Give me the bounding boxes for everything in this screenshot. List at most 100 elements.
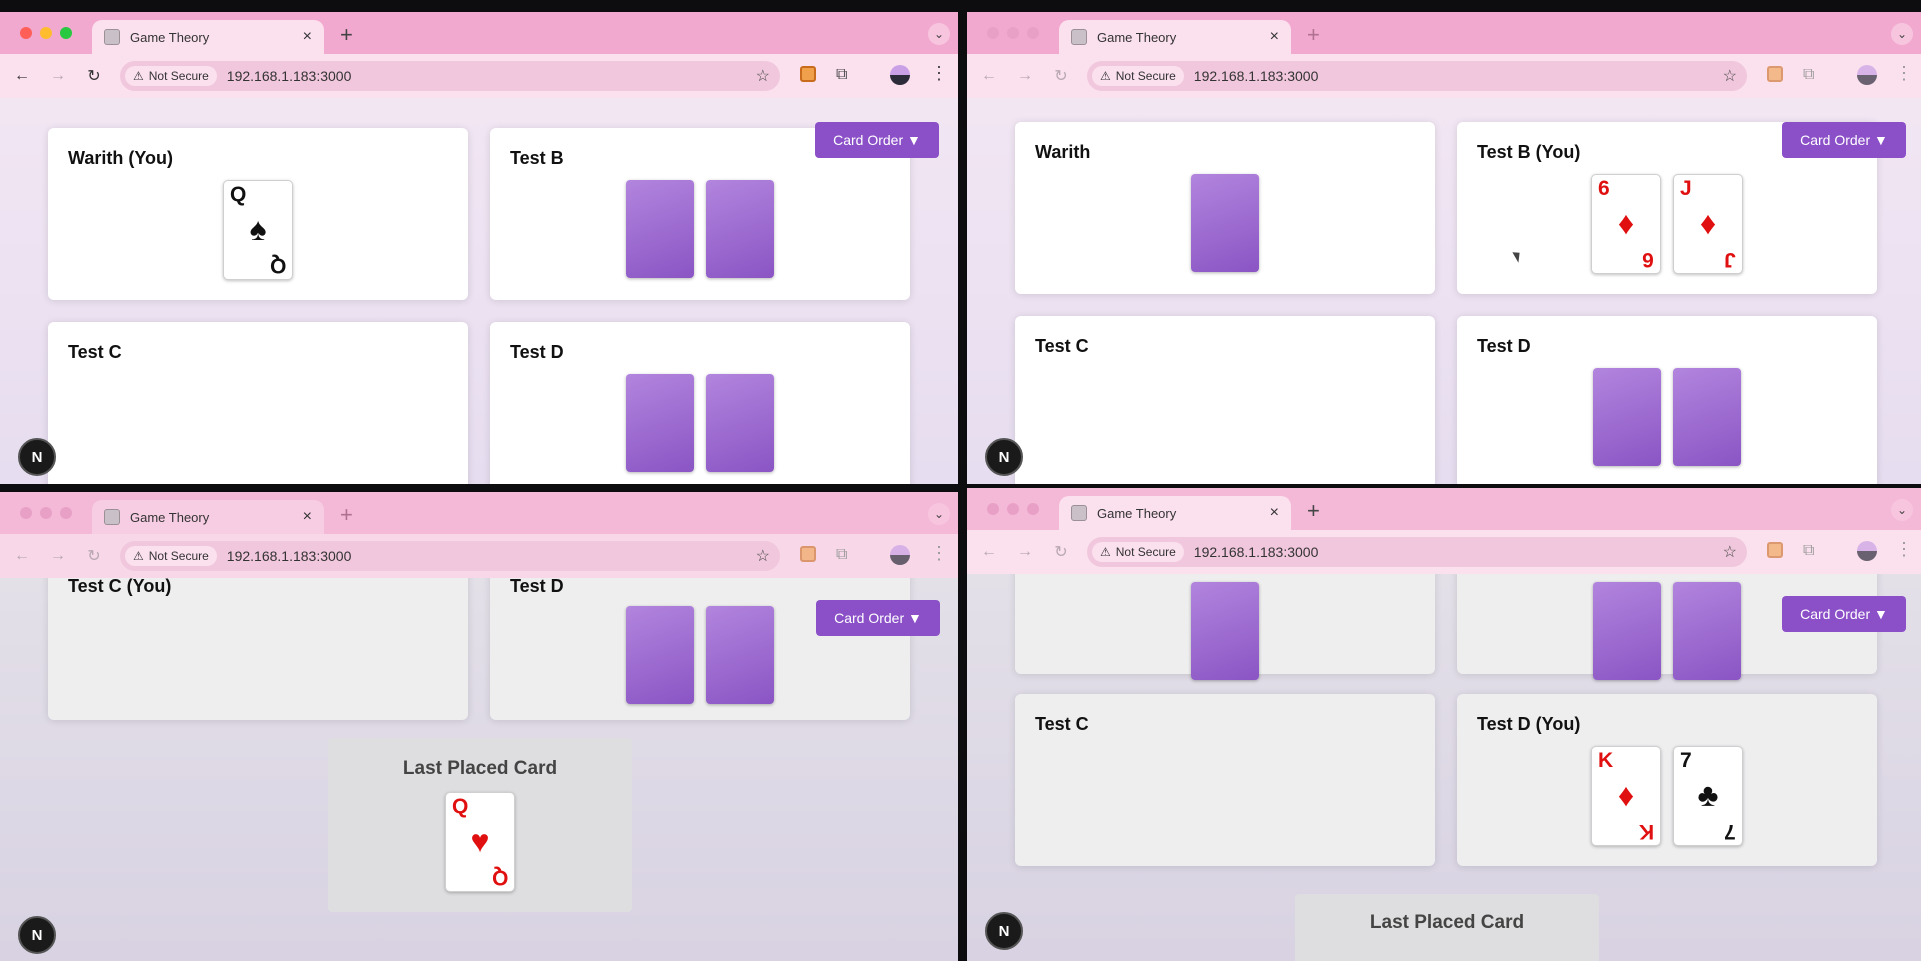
security-label: Not Secure xyxy=(148,549,209,563)
next-dev-badge[interactable]: N xyxy=(985,438,1023,476)
minimize-window-button[interactable] xyxy=(1007,503,1019,515)
reload-icon[interactable]: ↻ xyxy=(80,66,108,86)
new-tab-button[interactable]: + xyxy=(1307,498,1320,524)
reload-icon[interactable]: ↻ xyxy=(1047,66,1075,86)
puzzle-icon[interactable]: ⧉ xyxy=(836,546,847,564)
profile-avatar[interactable] xyxy=(1857,541,1877,561)
puzzle-icon[interactable]: ⧉ xyxy=(1803,66,1814,84)
tab-game-theory[interactable]: Game Theory × xyxy=(1059,20,1291,54)
arrow-right-icon[interactable]: → xyxy=(1011,67,1039,85)
close-tab-icon[interactable]: × xyxy=(1270,504,1279,522)
profile-avatar[interactable] xyxy=(890,545,910,565)
extension-icon[interactable] xyxy=(1767,66,1783,82)
close-window-button[interactable] xyxy=(987,27,999,39)
star-icon[interactable]: ☆ xyxy=(1723,66,1737,86)
card-order-button[interactable]: Card Order ▼ xyxy=(1782,122,1906,158)
address-bar[interactable]: ⚠ Not Secure 192.168.1.183:3000 ☆ xyxy=(1087,537,1747,567)
close-window-button[interactable] xyxy=(20,507,32,519)
extension-icon[interactable] xyxy=(800,546,816,562)
kebab-icon[interactable]: ⋮ xyxy=(930,543,948,564)
card-order-button[interactable]: Card Order ▼ xyxy=(1782,596,1906,632)
playing-card[interactable]: K ♦ K xyxy=(1591,746,1661,846)
new-tab-button[interactable]: + xyxy=(1307,22,1320,48)
kebab-icon[interactable]: ⋮ xyxy=(930,63,948,84)
player-name: Warith xyxy=(1035,142,1091,162)
url-text[interactable]: 192.168.1.183:3000 xyxy=(227,548,756,564)
new-tab-button[interactable]: + xyxy=(340,502,353,528)
reload-icon[interactable]: ↻ xyxy=(80,546,108,566)
playing-card[interactable]: Q ♠ Q xyxy=(223,180,293,280)
last-placed-card-title: Last Placed Card xyxy=(402,758,558,779)
profile-avatar[interactable] xyxy=(890,65,910,85)
window-controls[interactable] xyxy=(987,27,1039,39)
security-chip[interactable]: ⚠ Not Secure xyxy=(1092,542,1184,562)
kebab-icon[interactable]: ⋮ xyxy=(1895,539,1913,560)
puzzle-icon[interactable]: ⧉ xyxy=(1803,542,1814,560)
star-icon[interactable]: ☆ xyxy=(1723,542,1737,562)
minimize-window-button[interactable] xyxy=(1007,27,1019,39)
tab-search-button[interactable]: ⌄ xyxy=(928,503,950,525)
arrow-left-icon[interactable]: ← xyxy=(975,67,1003,85)
tab-search-button[interactable]: ⌄ xyxy=(1891,499,1913,521)
tab-search-button[interactable]: ⌄ xyxy=(928,23,950,45)
playing-card[interactable]: J ♦ J xyxy=(1673,174,1743,274)
player-name: Test C xyxy=(1035,336,1089,356)
next-dev-badge[interactable]: N xyxy=(985,912,1023,950)
tab-strip: Game Theory × + ⌄ xyxy=(967,488,1921,530)
card-order-button[interactable]: Card Order ▼ xyxy=(816,600,940,636)
close-tab-icon[interactable]: × xyxy=(303,28,312,46)
close-window-button[interactable] xyxy=(20,27,32,39)
reload-icon[interactable]: ↻ xyxy=(1047,542,1075,562)
player-name: Test D (You) xyxy=(1477,714,1581,734)
next-dev-badge[interactable]: N xyxy=(18,916,56,954)
tab-game-theory[interactable]: Game Theory × xyxy=(1059,496,1291,530)
maximize-window-button[interactable] xyxy=(1027,503,1039,515)
toolbar: ← → ↻ ⚠ Not Secure 192.168.1.183:3000 ☆ ⧉… xyxy=(0,534,958,578)
window-controls[interactable] xyxy=(20,507,72,519)
arrow-right-icon[interactable]: → xyxy=(44,67,72,85)
address-bar[interactable]: ⚠ Not Secure 192.168.1.183:3000 ☆ xyxy=(1087,61,1747,91)
next-dev-badge[interactable]: N xyxy=(18,438,56,476)
tab-game-theory[interactable]: Game Theory × xyxy=(92,20,324,54)
url-text[interactable]: 192.168.1.183:3000 xyxy=(1194,544,1723,560)
profile-avatar[interactable] xyxy=(1857,65,1877,85)
url-text[interactable]: 192.168.1.183:3000 xyxy=(227,68,756,84)
playing-card[interactable]: 7 ♣ 7 xyxy=(1673,746,1743,846)
tab-search-button[interactable]: ⌄ xyxy=(1891,23,1913,45)
maximize-window-button[interactable] xyxy=(60,507,72,519)
star-icon[interactable]: ☆ xyxy=(756,546,770,566)
close-tab-icon[interactable]: × xyxy=(303,508,312,526)
close-tab-icon[interactable]: × xyxy=(1270,28,1279,46)
security-chip[interactable]: ⚠ Not Secure xyxy=(1092,66,1184,86)
maximize-window-button[interactable] xyxy=(1027,27,1039,39)
address-bar[interactable]: ⚠ Not Secure 192.168.1.183:3000 ☆ xyxy=(120,541,780,571)
maximize-window-button[interactable] xyxy=(60,27,72,39)
browser-window-test-b: Game Theory × + ⌄ ← → ↻ ⚠ Not Secure 192.… xyxy=(967,12,1921,484)
playing-card: Q ♥ Q xyxy=(445,792,515,892)
player-panel: Test C xyxy=(1015,316,1435,484)
extension-icon[interactable] xyxy=(1767,542,1783,558)
minimize-window-button[interactable] xyxy=(40,507,52,519)
arrow-right-icon[interactable]: → xyxy=(1011,543,1039,561)
url-text[interactable]: 192.168.1.183:3000 xyxy=(1194,68,1723,84)
address-bar[interactable]: ⚠ Not Secure 192.168.1.183:3000 ☆ xyxy=(120,61,780,91)
puzzle-icon[interactable]: ⧉ xyxy=(836,66,847,84)
new-tab-button[interactable]: + xyxy=(340,22,353,48)
security-chip[interactable]: ⚠ Not Secure xyxy=(125,66,217,86)
window-controls[interactable] xyxy=(987,503,1039,515)
close-window-button[interactable] xyxy=(987,503,999,515)
extension-icon[interactable] xyxy=(800,66,816,82)
card-order-button[interactable]: Card Order ▼ xyxy=(815,122,939,158)
tab-game-theory[interactable]: Game Theory × xyxy=(92,500,324,534)
card-rank-inverted: 6 xyxy=(1642,248,1654,271)
arrow-right-icon[interactable]: → xyxy=(44,547,72,565)
minimize-window-button[interactable] xyxy=(40,27,52,39)
arrow-left-icon[interactable]: ← xyxy=(8,547,36,565)
arrow-left-icon[interactable]: ← xyxy=(975,543,1003,561)
security-chip[interactable]: ⚠ Not Secure xyxy=(125,546,217,566)
playing-card[interactable]: 6 ♦ 6 xyxy=(1591,174,1661,274)
window-controls[interactable] xyxy=(20,27,72,39)
star-icon[interactable]: ☆ xyxy=(756,66,770,86)
kebab-icon[interactable]: ⋮ xyxy=(1895,63,1913,84)
arrow-left-icon[interactable]: ← xyxy=(8,67,36,85)
